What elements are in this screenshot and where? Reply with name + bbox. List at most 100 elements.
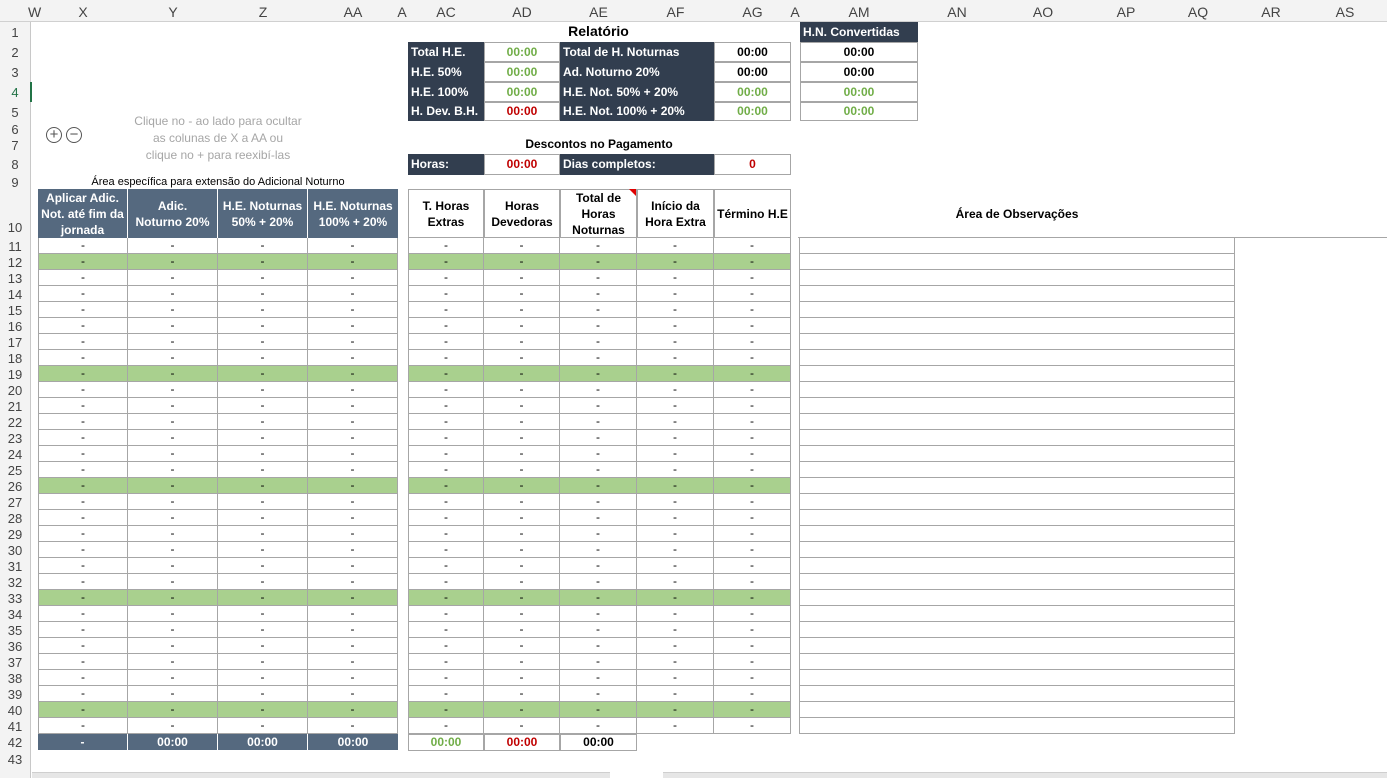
table-cell[interactable]: -: [38, 238, 128, 254]
table-cell[interactable]: -: [218, 494, 308, 510]
table-cell[interactable]: -: [38, 414, 128, 430]
table-cell[interactable]: -: [38, 334, 128, 350]
table-cell[interactable]: -: [714, 414, 791, 430]
table-cell[interactable]: -: [714, 238, 791, 254]
table-cell[interactable]: -: [218, 254, 308, 270]
table-cell[interactable]: -: [714, 350, 791, 366]
table-cell[interactable]: -: [128, 446, 218, 462]
observation-cell[interactable]: [799, 718, 1235, 734]
table-cell[interactable]: -: [637, 302, 714, 318]
table-cell[interactable]: -: [128, 398, 218, 414]
table-cell[interactable]: -: [714, 702, 791, 718]
table-cell[interactable]: -: [637, 510, 714, 526]
row-number[interactable]: 8: [0, 153, 30, 174]
table-cell[interactable]: -: [308, 254, 398, 270]
table-cell[interactable]: -: [308, 446, 398, 462]
table-cell[interactable]: -: [308, 590, 398, 606]
table-cell[interactable]: -: [218, 446, 308, 462]
table-cell[interactable]: -: [128, 414, 218, 430]
table-cell[interactable]: -: [218, 606, 308, 622]
table-cell[interactable]: -: [637, 318, 714, 334]
table-cell[interactable]: -: [38, 302, 128, 318]
table-cell[interactable]: -: [560, 654, 637, 670]
table-cell[interactable]: -: [484, 686, 560, 702]
table-cell[interactable]: -: [408, 590, 484, 606]
table-cell[interactable]: -: [38, 686, 128, 702]
total-aplicar-adic[interactable]: -: [38, 734, 128, 750]
col-header-af[interactable]: AF: [637, 0, 714, 22]
table-cell[interactable]: -: [560, 590, 637, 606]
table-cell[interactable]: -: [484, 382, 560, 398]
expand-plus-icon[interactable]: +: [46, 127, 62, 143]
table-cell[interactable]: -: [308, 494, 398, 510]
header-termino-he[interactable]: Término H.E: [714, 189, 791, 238]
table-cell[interactable]: -: [128, 558, 218, 574]
table-cell[interactable]: -: [714, 654, 791, 670]
table-cell[interactable]: -: [218, 462, 308, 478]
observation-cell[interactable]: [799, 638, 1235, 654]
converted-value-4[interactable]: 00:00: [800, 102, 918, 121]
table-cell[interactable]: -: [560, 718, 637, 734]
total-he-noturnas-50[interactable]: 00:00: [218, 734, 308, 750]
table-cell[interactable]: -: [560, 670, 637, 686]
report-value-he-100[interactable]: 00:00: [484, 82, 560, 102]
table-cell[interactable]: -: [308, 558, 398, 574]
table-cell[interactable]: -: [714, 590, 791, 606]
table-cell[interactable]: -: [560, 334, 637, 350]
header-horas-devedoras[interactable]: Horas Devedoras: [484, 189, 560, 238]
table-cell[interactable]: -: [218, 558, 308, 574]
table-cell[interactable]: -: [308, 654, 398, 670]
converted-value-2[interactable]: 00:00: [800, 62, 918, 82]
table-cell[interactable]: -: [308, 638, 398, 654]
table-cell[interactable]: -: [218, 590, 308, 606]
table-cell[interactable]: -: [408, 558, 484, 574]
table-cell[interactable]: -: [560, 702, 637, 718]
observation-cell[interactable]: [799, 462, 1235, 478]
table-cell[interactable]: -: [637, 718, 714, 734]
observation-cell[interactable]: [799, 238, 1235, 254]
table-cell[interactable]: -: [560, 606, 637, 622]
row-number[interactable]: 5: [0, 102, 30, 121]
table-cell[interactable]: -: [308, 334, 398, 350]
table-cell[interactable]: -: [408, 446, 484, 462]
table-cell[interactable]: -: [38, 702, 128, 718]
table-cell[interactable]: -: [308, 382, 398, 398]
observation-cell[interactable]: [799, 334, 1235, 350]
table-cell[interactable]: -: [308, 398, 398, 414]
report-value-he-not-50[interactable]: 00:00: [714, 82, 791, 102]
observation-cell[interactable]: [799, 318, 1235, 334]
table-cell[interactable]: -: [308, 526, 398, 542]
table-cell[interactable]: -: [637, 686, 714, 702]
table-cell[interactable]: -: [308, 670, 398, 686]
observation-cell[interactable]: [799, 686, 1235, 702]
table-cell[interactable]: -: [714, 606, 791, 622]
table-cell[interactable]: -: [637, 542, 714, 558]
table-cell[interactable]: -: [408, 574, 484, 590]
table-cell[interactable]: -: [218, 430, 308, 446]
table-cell[interactable]: -: [308, 350, 398, 366]
row-number[interactable]: 4: [0, 82, 32, 102]
table-cell[interactable]: -: [714, 318, 791, 334]
table-cell[interactable]: -: [128, 526, 218, 542]
horizontal-scrollbar-right[interactable]: [663, 772, 1387, 778]
table-cell[interactable]: -: [38, 398, 128, 414]
observation-cell[interactable]: [799, 574, 1235, 590]
table-cell[interactable]: -: [484, 574, 560, 590]
table-cell[interactable]: -: [484, 702, 560, 718]
table-cell[interactable]: -: [308, 270, 398, 286]
table-cell[interactable]: -: [714, 446, 791, 462]
row-number[interactable]: 42: [0, 734, 30, 750]
table-cell[interactable]: -: [128, 302, 218, 318]
table-cell[interactable]: -: [308, 574, 398, 590]
header-total-horas-noturnas[interactable]: Total de Horas Noturnas: [560, 189, 637, 238]
table-cell[interactable]: -: [38, 606, 128, 622]
table-cell[interactable]: -: [484, 654, 560, 670]
table-cell[interactable]: -: [38, 654, 128, 670]
table-cell[interactable]: -: [408, 430, 484, 446]
observation-cell[interactable]: [799, 558, 1235, 574]
table-cell[interactable]: -: [560, 638, 637, 654]
table-cell[interactable]: -: [218, 718, 308, 734]
table-cell[interactable]: -: [38, 446, 128, 462]
table-cell[interactable]: -: [128, 590, 218, 606]
table-cell[interactable]: -: [714, 430, 791, 446]
